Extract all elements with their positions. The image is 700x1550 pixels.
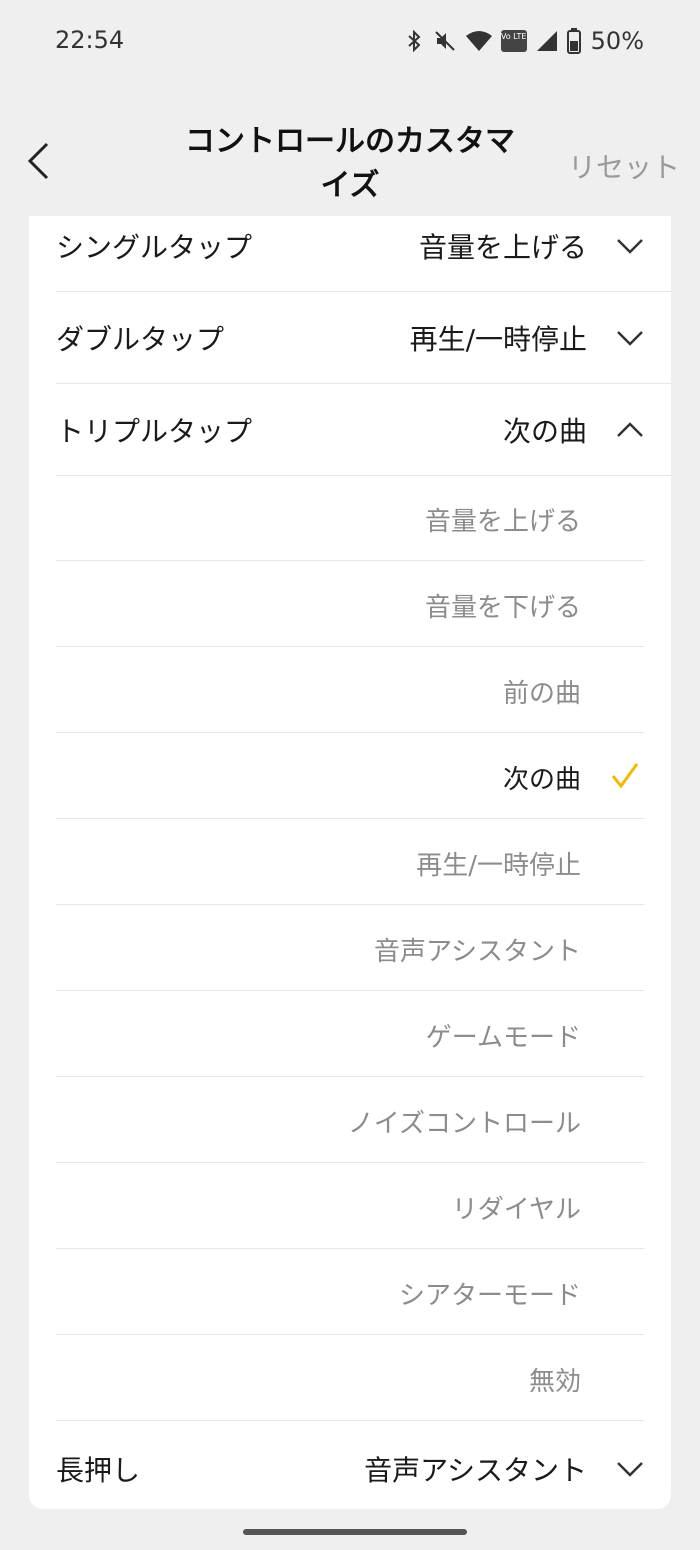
top-bar: コントロールのカスタマイズ リセット <box>0 100 700 215</box>
option-item[interactable]: 音声アシスタント <box>56 905 644 991</box>
wifi-icon <box>465 29 493 53</box>
option-item[interactable]: ノイズコントロール <box>56 1077 644 1163</box>
long-press-value: 音声アシスタント <box>364 1453 587 1487</box>
battery-icon <box>566 28 581 54</box>
triple-tap-row[interactable]: トリプルタップ 次の曲 <box>56 384 671 476</box>
option-label: ノイズコントロール <box>347 1109 581 1139</box>
single-tap-row[interactable]: シングルタップ 音量を上げる <box>56 200 671 292</box>
option-item[interactable]: 音量を下げる <box>56 561 644 647</box>
double-tap-value: 再生/一時停止 <box>409 322 587 356</box>
option-label: 無効 <box>528 1367 581 1397</box>
option-item[interactable]: 音量を上げる <box>56 475 644 561</box>
option-label: リダイヤル <box>451 1195 581 1225</box>
chevron-down-icon <box>615 1454 645 1484</box>
status-bar: 22:54 Vo LTE 50% <box>0 0 700 84</box>
single-tap-value: 音量を上げる <box>418 230 587 264</box>
option-item[interactable]: シアターモード <box>56 1249 644 1335</box>
option-item[interactable]: 前の曲 <box>56 647 644 733</box>
checkmark-icon <box>610 761 640 791</box>
chevron-left-icon <box>25 141 51 185</box>
mute-icon <box>433 29 457 53</box>
option-item[interactable]: ゲームモード <box>56 991 644 1077</box>
option-label: 次の曲 <box>502 765 581 795</box>
chevron-up-icon <box>615 415 645 445</box>
home-indicator[interactable] <box>243 1529 467 1535</box>
long-press-row[interactable]: 長押し 音声アシスタント <box>56 1423 671 1514</box>
option-item-selected[interactable]: 次の曲 <box>56 733 644 819</box>
signal-icon <box>535 29 559 53</box>
single-tap-label: シングルタップ <box>56 230 253 264</box>
option-label: シアターモード <box>398 1281 581 1311</box>
option-item[interactable]: 無効 <box>56 1335 644 1421</box>
battery-percent: 50% <box>590 27 644 55</box>
bluetooth-icon <box>405 29 425 53</box>
reset-button[interactable]: リセット <box>568 146 680 186</box>
option-label: 前の曲 <box>502 679 581 709</box>
option-label: 再生/一時停止 <box>416 851 581 881</box>
controls-card: シングルタップ 音量を上げる ダブルタップ 再生/一時停止 トリプルタップ 次の… <box>29 216 671 1509</box>
triple-tap-label: トリプルタップ <box>56 414 253 448</box>
long-press-label: 長押し <box>56 1453 141 1487</box>
option-item[interactable]: リダイヤル <box>56 1163 644 1249</box>
back-button[interactable] <box>18 140 58 186</box>
option-label: 音声アシスタント <box>374 937 581 967</box>
chevron-down-icon <box>615 231 645 261</box>
status-time: 22:54 <box>55 26 125 54</box>
chevron-down-icon <box>615 323 645 353</box>
option-label: 音量を上げる <box>424 507 581 537</box>
volte-icon: Vo LTE <box>500 30 527 52</box>
double-tap-row[interactable]: ダブルタップ 再生/一時停止 <box>56 292 671 384</box>
option-label: ゲームモード <box>425 1023 581 1053</box>
option-label: 音量を下げる <box>424 593 581 623</box>
triple-tap-value: 次の曲 <box>502 414 587 448</box>
status-icons: Vo LTE 50% <box>405 24 644 58</box>
double-tap-label: ダブルタップ <box>56 322 225 356</box>
page-title: コントロールのカスタマイズ <box>185 124 515 203</box>
option-item[interactable]: 再生/一時停止 <box>56 819 644 905</box>
